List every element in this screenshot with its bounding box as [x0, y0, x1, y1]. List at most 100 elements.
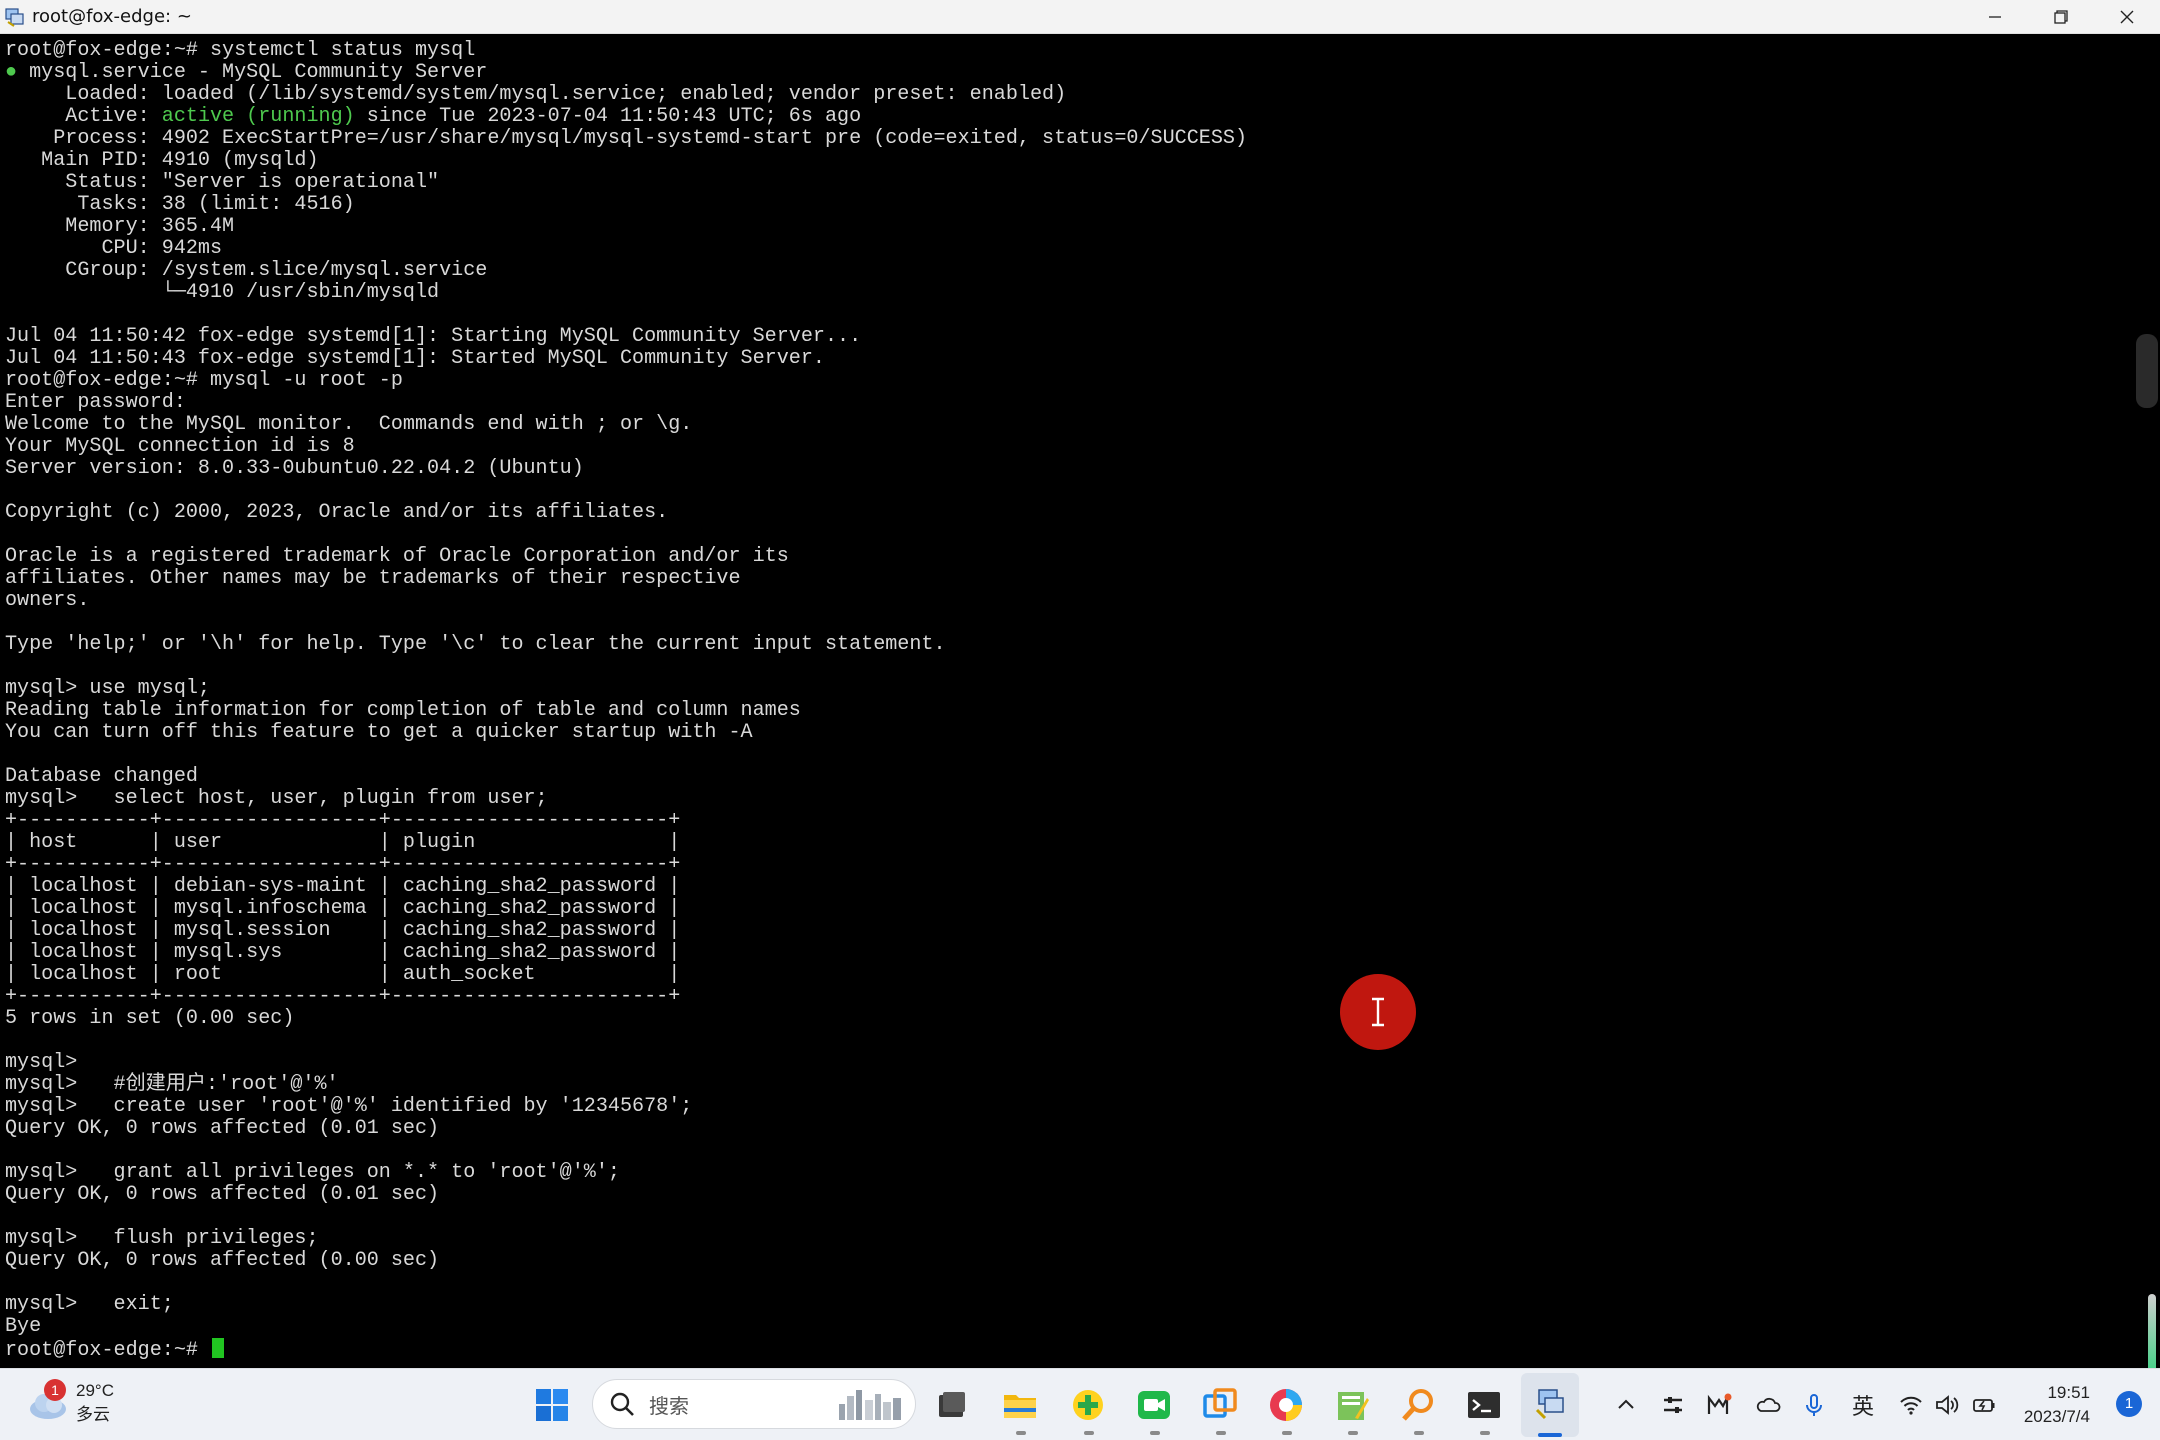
- window-title: root@fox-edge: ~: [32, 6, 192, 27]
- wifi-tray-icon[interactable]: [1896, 1389, 1926, 1421]
- terminal-line: root@fox-edge:~# systemctl status mysql: [5, 39, 476, 62]
- terminal-line: Process: 4902 ExecStartPre=/usr/share/my…: [5, 127, 1247, 150]
- terminal-line: +-----------+------------------+--------…: [5, 853, 681, 876]
- start-button[interactable]: [530, 1383, 574, 1427]
- terminal-line: CPU: 942ms: [5, 237, 223, 260]
- taskbar: 1 29°C 多云 搜索 英 19:51 2023/7/4 1: [0, 1368, 2160, 1440]
- terminal-scrollbar[interactable]: [2136, 34, 2160, 1386]
- terminal-line: Status: "Server is operational": [5, 171, 440, 194]
- windows-start-icon: [536, 1389, 568, 1421]
- multitask-app-button[interactable]: [1198, 1383, 1242, 1427]
- ime-label: 英: [1851, 1395, 1874, 1420]
- terminal-line: mysql> create user 'root'@'%' identified…: [5, 1095, 693, 1118]
- clock-date: 2023/7/4: [2023, 1407, 2090, 1426]
- terminal-line: ● mysql.service - MySQL Community Server: [5, 61, 488, 84]
- onedrive-tray-icon[interactable]: [1752, 1389, 1784, 1421]
- putty-app-icon: [5, 7, 24, 27]
- tray-mail-app[interactable]: [1704, 1389, 1734, 1421]
- browser-icon: [1270, 1389, 1302, 1421]
- plus-app-button[interactable]: [1066, 1383, 1110, 1427]
- taskbar-clock[interactable]: 19:51 2023/7/4: [2024, 1381, 2090, 1429]
- browser-button[interactable]: [1264, 1383, 1308, 1427]
- terminal-line: Welcome to the MySQL monitor. Commands e…: [5, 413, 693, 436]
- window-controls: [1962, 0, 2160, 34]
- weather-condition: 多云: [76, 1405, 110, 1424]
- minimize-icon: [1989, 16, 2001, 18]
- terminal-line: Bye: [5, 1315, 42, 1338]
- terminal-line: mysql> flush privileges;: [5, 1227, 319, 1250]
- remote-desktop-button[interactable]: [1528, 1383, 1572, 1427]
- terminal-button[interactable]: [1462, 1383, 1506, 1427]
- terminal-line: +-----------+------------------+--------…: [5, 985, 681, 1008]
- search-tool-button[interactable]: [1396, 1383, 1440, 1427]
- search-icon: [610, 1392, 634, 1416]
- weather-widget[interactable]: 1 29°C 多云: [26, 1379, 114, 1427]
- terminal-line: mysql> #创建用户:'root'@'%': [5, 1073, 339, 1096]
- video-meeting-icon: [1138, 1391, 1170, 1419]
- notepad-icon: [1338, 1392, 1369, 1420]
- terminal-line: mysql> use mysql;: [5, 677, 210, 700]
- input-method-indicator[interactable]: 英: [1846, 1389, 1880, 1421]
- microphone-icon: [1806, 1394, 1822, 1416]
- terminal-line: | host | user | plugin |: [5, 831, 681, 854]
- text-cursor: [212, 1338, 224, 1358]
- terminal-line: Memory: 365.4M: [5, 215, 235, 238]
- terminal-line: 5 rows in set (0.00 sec): [5, 1007, 295, 1030]
- terminal-line: | localhost | mysql.infoschema | caching…: [5, 897, 681, 920]
- video-meeting-button[interactable]: [1132, 1383, 1176, 1427]
- mail-badge-icon: [1707, 1393, 1732, 1414]
- scrollbar-top-handle[interactable]: [2136, 334, 2158, 408]
- terminal-prompt-line[interactable]: root@fox-edge:~#: [5, 1338, 2136, 1362]
- terminal-line: CGroup: /system.slice/mysql.service: [5, 259, 488, 282]
- notepad-button[interactable]: [1330, 1383, 1374, 1427]
- close-button[interactable]: [2094, 0, 2160, 34]
- terminal-line: Query OK, 0 rows affected (0.00 sec): [5, 1249, 440, 1272]
- weather-alert-badge: 1: [44, 1379, 66, 1401]
- terminal-line: affiliates. Other names may be trademark…: [5, 567, 741, 590]
- terminal-line: Jul 04 11:50:43 fox-edge systemd[1]: Sta…: [5, 347, 825, 370]
- terminal-line: Tasks: 38 (limit: 4516): [5, 193, 355, 216]
- terminal-icon: [1468, 1392, 1500, 1418]
- battery-charging-icon: [1973, 1399, 1995, 1412]
- minimize-button[interactable]: [1962, 0, 2028, 34]
- cloud-icon: 1: [26, 1379, 70, 1423]
- terminal-line: Query OK, 0 rows affected (0.01 sec): [5, 1117, 440, 1140]
- close-icon: [2120, 10, 2134, 24]
- search-highlight-illustration: [839, 1390, 901, 1420]
- terminal-line: Copyright (c) 2000, 2023, Oracle and/or …: [5, 501, 669, 524]
- microphone-tray-icon[interactable]: [1800, 1389, 1828, 1421]
- volume-tray-icon[interactable]: [1932, 1389, 1962, 1421]
- terminal-line: Loaded: loaded (/lib/systemd/system/mysq…: [5, 83, 1067, 106]
- chevron-up-icon: [1618, 1399, 1634, 1409]
- terminal-line: Database changed: [5, 765, 198, 788]
- shell-prompt: root@fox-edge:~#: [5, 1339, 210, 1362]
- terminal-line: Oracle is a registered trademark of Orac…: [5, 545, 789, 568]
- service-status-dot: ●: [5, 61, 18, 84]
- terminal-line: | localhost | mysql.session | caching_sh…: [5, 919, 681, 942]
- file-explorer-button[interactable]: [998, 1383, 1042, 1427]
- taskbar-search-box[interactable]: 搜索: [592, 1379, 916, 1429]
- tray-settings-toggle[interactable]: [1658, 1389, 1688, 1421]
- magnifier-tool-icon: [1402, 1389, 1433, 1421]
- terminal-line: | localhost | mysql.sys | caching_sha2_p…: [5, 941, 681, 964]
- terminal-line: owners.: [5, 589, 90, 612]
- title-bar: root@fox-edge: ~: [0, 0, 2160, 34]
- service-active-status: active (running): [161, 105, 355, 128]
- restore-button[interactable]: [2028, 0, 2094, 34]
- terminal-line: Reading table information for completion…: [5, 699, 801, 722]
- mouse-cursor-indicator: [1340, 974, 1416, 1050]
- notification-count-badge[interactable]: 1: [2116, 1391, 2142, 1417]
- show-hidden-icons-button[interactable]: [1612, 1389, 1640, 1421]
- terminal-output[interactable]: root@fox-edge:~# systemctl status mysql ●…: [0, 34, 2136, 1368]
- terminal-line: Type 'help;' or '\h' for help. Type '\c'…: [5, 633, 946, 656]
- task-view-button[interactable]: [930, 1383, 974, 1427]
- battery-tray-icon[interactable]: [1968, 1389, 2000, 1421]
